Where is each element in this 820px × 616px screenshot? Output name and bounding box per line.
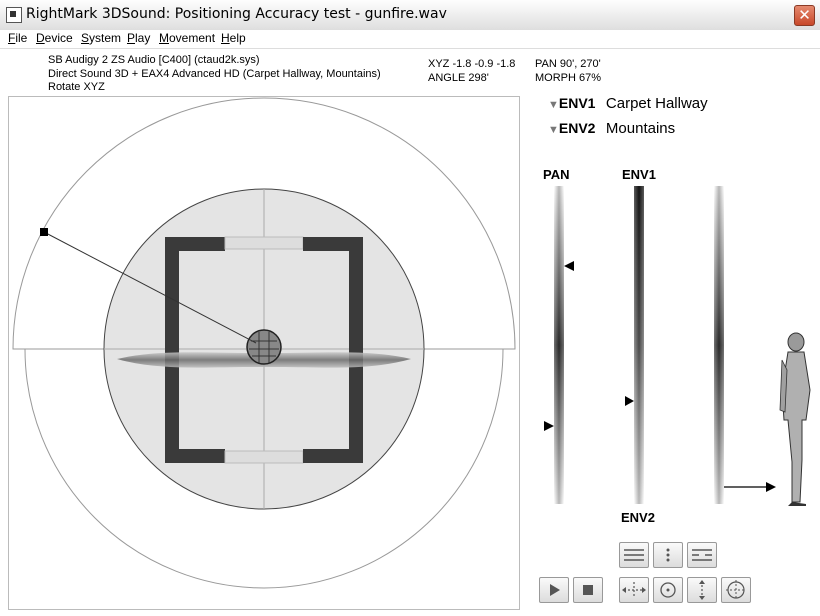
- menu-help[interactable]: Help: [221, 31, 246, 45]
- menu-play[interactable]: Play: [127, 31, 150, 45]
- morph-readout: MORPH 67%: [535, 72, 602, 84]
- dots-vertical-icon: [666, 548, 670, 562]
- play-button[interactable]: [539, 577, 569, 603]
- close-button[interactable]: ✕: [794, 5, 815, 26]
- orbit-button[interactable]: [721, 577, 751, 603]
- env2-row[interactable]: ▼ENV2 Mountains: [548, 120, 675, 138]
- title-bar: RightMark 3DSound: Positioning Accuracy …: [0, 0, 820, 31]
- pan-slider-handle[interactable]: [564, 261, 574, 271]
- height-pointer-arrow[interactable]: [766, 482, 776, 492]
- orbit-icon: [726, 580, 746, 600]
- move-vertical-icon: [699, 580, 705, 600]
- device-mode: Direct Sound 3D + EAX4 Advanced HD (Carp…: [48, 68, 381, 80]
- move-vertical-button[interactable]: [687, 577, 717, 603]
- spread-button[interactable]: [619, 542, 649, 568]
- window-title: RightMark 3DSound: Positioning Accuracy …: [26, 6, 447, 22]
- env2-label: ENV2: [621, 510, 655, 525]
- menu-device[interactable]: Device: [36, 31, 73, 45]
- pan-slider-handle-left[interactable]: [544, 421, 554, 431]
- rotate-button[interactable]: [653, 577, 683, 603]
- triangle-down-icon: ▼: [548, 124, 559, 136]
- angle-readout: ANGLE 298': [428, 72, 489, 84]
- stop-button[interactable]: [573, 577, 603, 603]
- center-button[interactable]: [653, 542, 683, 568]
- pan-readout: PAN 90', 270': [535, 58, 601, 70]
- positioning-panel[interactable]: [8, 96, 520, 610]
- app-icon[interactable]: [6, 7, 22, 23]
- human-figure: [779, 332, 811, 506]
- play-icon: [550, 584, 560, 596]
- morph-slider-handle[interactable]: [625, 396, 634, 406]
- sliders-area: [544, 186, 811, 506]
- move-horizontal-icon: [622, 582, 646, 598]
- sound-source-marker[interactable]: [40, 228, 48, 236]
- split-button[interactable]: [687, 542, 717, 568]
- stop-icon: [583, 585, 593, 595]
- split-lines-icon: [692, 549, 712, 561]
- device-name: SB Audigy 2 ZS Audio [C400] (ctaud2k.sys…: [48, 54, 260, 66]
- move-horizontal-button[interactable]: [619, 577, 649, 603]
- xyz-readout: XYZ -1.8 -0.9 -1.8: [428, 58, 516, 70]
- menu-movement[interactable]: Movement: [159, 31, 215, 45]
- spread-lines-icon: [624, 549, 644, 561]
- menu-system[interactable]: System: [81, 31, 121, 45]
- menu-bar: File Device System Play Movement Help: [0, 30, 820, 49]
- env1-row[interactable]: ▼ENV1 Carpet Hallway: [548, 95, 708, 113]
- movement-mode: Rotate XYZ: [48, 81, 105, 93]
- positioning-diagram[interactable]: [9, 97, 519, 609]
- menu-file[interactable]: File: [8, 31, 27, 45]
- rotate-icon: [660, 582, 676, 598]
- triangle-down-icon: ▼: [548, 99, 559, 111]
